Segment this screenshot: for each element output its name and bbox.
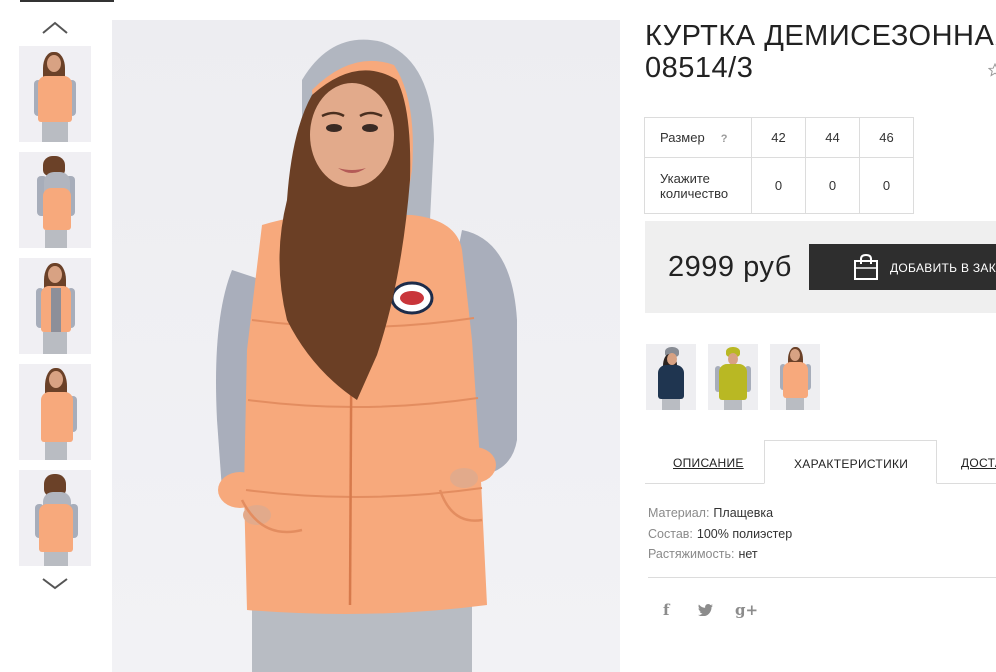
characteristics-list: Материал: Плащевка Состав: 100% полиэстер … (648, 503, 792, 565)
price: 2999 руб (668, 251, 792, 283)
thumbnail-front[interactable] (19, 46, 91, 142)
favorite-button[interactable] (987, 62, 996, 77)
quantity-input-42[interactable]: 0 (751, 157, 806, 214)
thumbnail-open-front[interactable] (19, 258, 91, 354)
tab-characteristics[interactable]: ХАРАКТЕРИСТИКИ (764, 440, 937, 484)
thumbnail-side[interactable] (19, 364, 91, 460)
quantity-label-line2: количество (660, 185, 729, 201)
gallery-top-rule (20, 0, 114, 2)
spec-value: нет (738, 547, 758, 561)
facebook-icon[interactable]: f (663, 601, 669, 619)
google-plus-icon[interactable]: g+ (735, 601, 758, 619)
spec-key: Растяжимость: (648, 547, 735, 561)
gallery-down-button[interactable] (40, 575, 70, 593)
spec-key: Материал: (648, 506, 710, 520)
star-icon (987, 62, 996, 77)
color-variant-olive[interactable] (708, 344, 758, 410)
add-to-cart-button[interactable]: ДОБАВИТЬ В ЗАК (809, 244, 996, 290)
quantity-label-line1: Укажите (660, 170, 710, 186)
gallery-up-button[interactable] (40, 20, 70, 38)
size-label-cell: Размер? (644, 117, 752, 158)
spec-key: Состав: (648, 526, 693, 541)
size-42[interactable]: 42 (751, 117, 806, 158)
tab-description-label: ОПИСАНИЕ (673, 456, 744, 470)
spec-material: Материал: Плащевка (648, 503, 792, 524)
quantity-input-46[interactable]: 0 (859, 157, 914, 214)
size-quantity-table: Размер? 42 44 46 Укажите количество 0 0 … (644, 117, 914, 214)
spec-composition: Состав: 100% полиэстер (648, 524, 792, 545)
color-variant-navy[interactable] (646, 344, 696, 410)
gallery-thumbnails (19, 46, 91, 576)
spec-value: 100% полиэстер (696, 526, 793, 541)
purchase-panel: 2999 руб ДОБАВИТЬ В ЗАК (645, 221, 996, 313)
tab-description[interactable]: ОПИСАНИЕ (673, 440, 763, 484)
spec-stretch: Растяжимость: нет (648, 544, 792, 565)
chevron-up-icon (42, 21, 68, 34)
size-label: Размер (660, 130, 705, 145)
main-product-photo[interactable] (112, 20, 620, 672)
tab-delivery-label: ДОСТА (961, 456, 996, 470)
product-title-line2: 08514/3 (645, 52, 754, 84)
product-title-line1: КУРТКА ДЕМИСЕЗОННАЯ (645, 20, 996, 52)
shopping-bag-icon (854, 253, 878, 280)
thumbnail-back[interactable] (19, 152, 91, 248)
model-in-peach-vest-illustration (216, 39, 517, 672)
size-44[interactable]: 44 (805, 117, 860, 158)
product-title: КУРТКА ДЕМИСЕЗОННАЯ 08514/3 (645, 20, 996, 84)
divider (648, 577, 996, 578)
color-variant-peach[interactable] (770, 344, 820, 410)
quantity-input-44[interactable]: 0 (805, 157, 860, 214)
twitter-icon[interactable] (698, 603, 713, 621)
thumbnail-back-hood[interactable] (19, 470, 91, 566)
chevron-down-icon (42, 578, 68, 590)
size-46[interactable]: 46 (859, 117, 914, 158)
tab-delivery[interactable]: ДОСТА (961, 440, 996, 484)
quantity-label-cell: Укажите количество (644, 157, 752, 214)
spec-value: Плащевка (713, 506, 774, 520)
tab-characteristics-label: ХАРАКТЕРИСТИКИ (794, 457, 909, 471)
size-help-icon[interactable]: ? (721, 133, 728, 145)
add-to-cart-label: ДОБАВИТЬ В ЗАК (890, 261, 996, 275)
size-row: Размер? 42 44 46 (644, 117, 914, 158)
quantity-row: Укажите количество 0 0 0 (644, 157, 914, 214)
product-tabs: ОПИСАНИЕ ХАРАКТЕРИСТИКИ ДОСТА (645, 440, 996, 484)
